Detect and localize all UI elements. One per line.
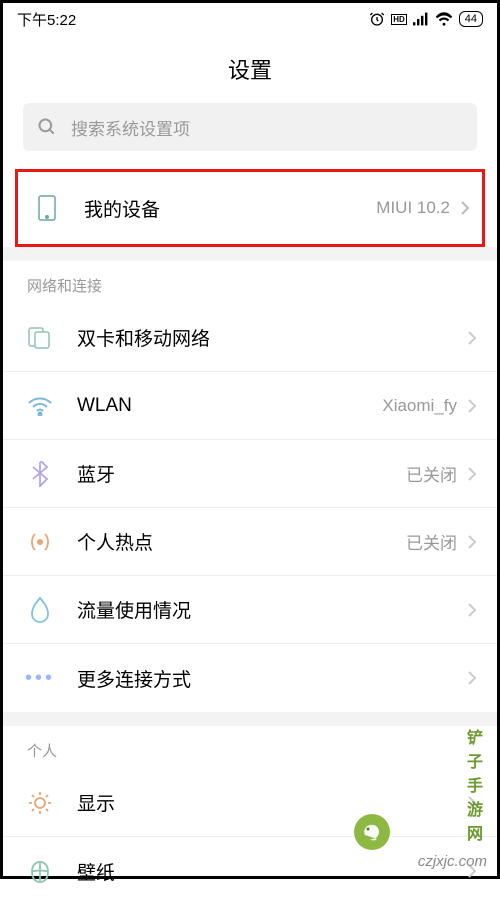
wlan-value: Xiaomi_fy [382, 396, 457, 416]
section-header-network: 网络和连接 [3, 261, 497, 304]
data-usage-icon [23, 596, 57, 624]
status-bar: 下午5:22 HD 44 [3, 3, 497, 35]
wallpaper-row[interactable]: 壁纸 [3, 837, 497, 905]
bluetooth-icon [23, 461, 57, 487]
hotspot-label: 个人热点 [77, 528, 406, 555]
chevron-right-icon [467, 670, 477, 686]
my-device-value: MIUI 10.2 [376, 198, 450, 218]
my-device-label: 我的设备 [84, 195, 376, 222]
hd-icon: HD [391, 14, 407, 25]
section-divider [3, 712, 497, 726]
section-divider [3, 247, 497, 261]
wifi-status-icon [435, 12, 453, 26]
hotspot-row[interactable]: 个人热点 已关闭 [3, 508, 497, 576]
more-connections-row[interactable]: ••• 更多连接方式 [3, 644, 497, 712]
sim-label: 双卡和移动网络 [77, 324, 457, 351]
display-icon [23, 790, 57, 816]
bluetooth-value: 已关闭 [406, 461, 457, 486]
my-device-row[interactable]: 我的设备 MIUI 10.2 [20, 174, 480, 242]
alarm-icon [369, 11, 385, 27]
more-icon: ••• [23, 667, 57, 690]
wlan-row[interactable]: WLAN Xiaomi_fy [3, 372, 497, 440]
status-time: 下午5:22 [17, 9, 76, 30]
wifi-icon [23, 396, 57, 416]
section-header-personal: 个人 [3, 726, 497, 769]
chevron-right-icon [467, 466, 477, 482]
battery-indicator: 44 [459, 11, 483, 27]
bluetooth-row[interactable]: 蓝牙 已关闭 [3, 440, 497, 508]
search-input[interactable]: 搜索系统设置项 [23, 103, 477, 151]
device-icon [30, 194, 64, 222]
chevron-right-icon [467, 330, 477, 346]
data-usage-label: 流量使用情况 [77, 596, 457, 623]
display-label: 显示 [77, 789, 457, 816]
hotspot-icon [23, 529, 57, 555]
wallpaper-label: 壁纸 [77, 858, 457, 885]
status-icons: HD 44 [369, 11, 483, 27]
hotspot-value: 已关闭 [406, 529, 457, 554]
chevron-right-icon [467, 534, 477, 550]
chevron-right-icon [467, 795, 477, 811]
sim-icon [23, 326, 57, 350]
wlan-label: WLAN [77, 395, 382, 417]
wallpaper-icon [23, 858, 57, 884]
bluetooth-label: 蓝牙 [77, 460, 406, 487]
search-icon [37, 117, 57, 137]
highlighted-row: 我的设备 MIUI 10.2 [15, 169, 485, 247]
sim-row[interactable]: 双卡和移动网络 [3, 304, 497, 372]
display-row[interactable]: 显示 [3, 769, 497, 837]
search-placeholder: 搜索系统设置项 [71, 115, 190, 140]
page-title: 设置 [3, 35, 497, 103]
more-connections-label: 更多连接方式 [77, 665, 457, 692]
chevron-right-icon [467, 398, 477, 414]
signal-icon [413, 12, 429, 26]
chevron-right-icon [467, 863, 477, 879]
data-usage-row[interactable]: 流量使用情况 [3, 576, 497, 644]
chevron-right-icon [460, 200, 470, 216]
chevron-right-icon [467, 602, 477, 618]
